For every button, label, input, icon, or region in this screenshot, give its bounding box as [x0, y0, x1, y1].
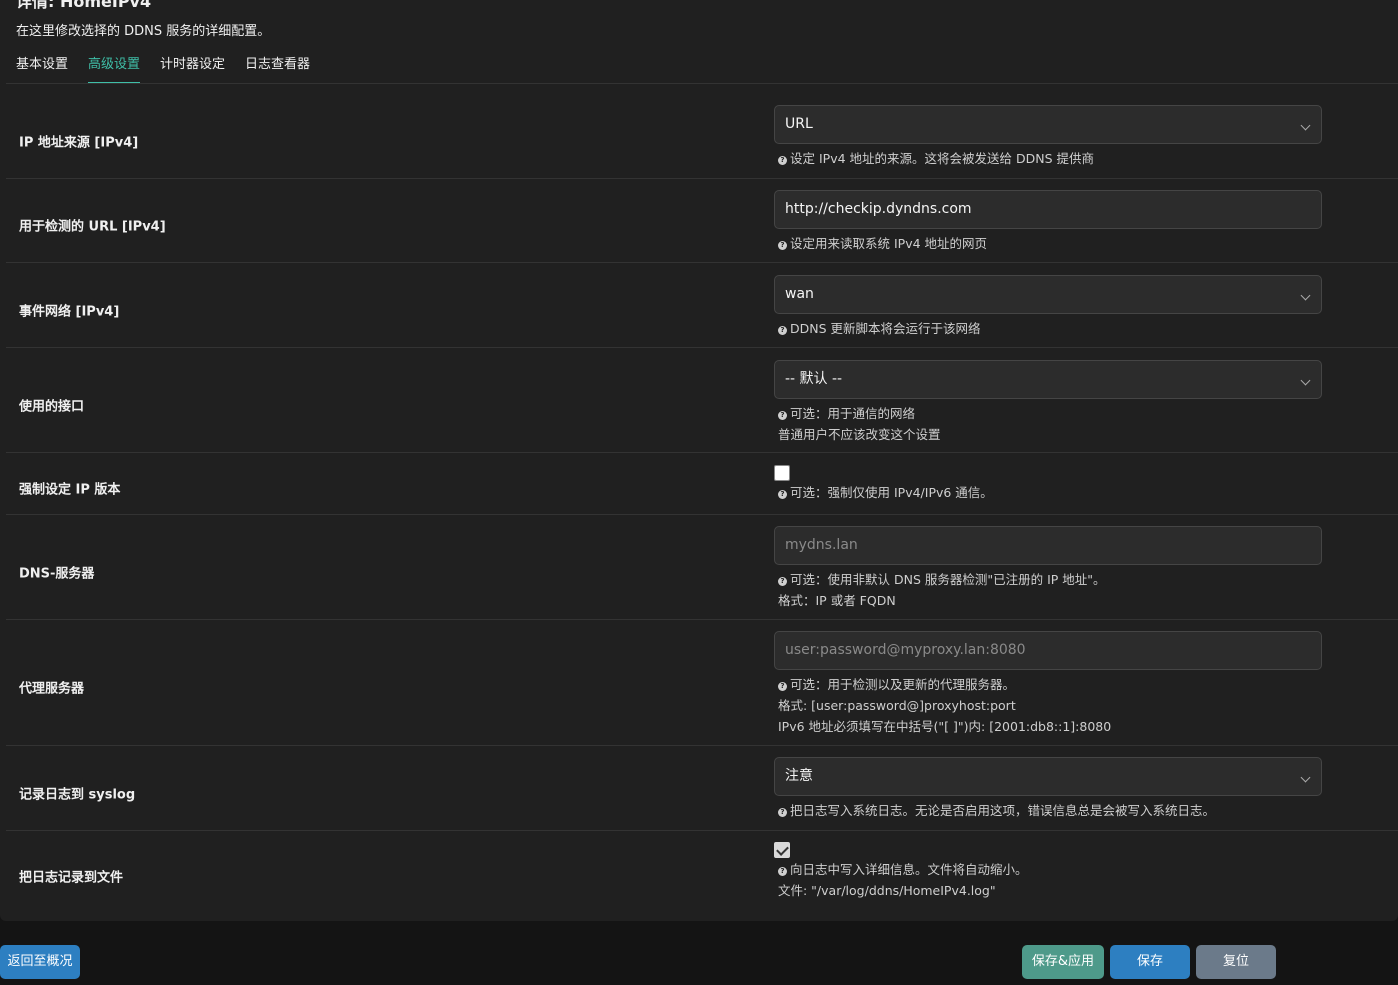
help-icon: ? [778, 682, 787, 691]
interface-help-text-2: 普通用户不应该改变这个设置 [778, 427, 941, 442]
event-network-help: ? DDNS 更新脚本将会运行于该网络 [774, 318, 1324, 339]
chevron-down-icon [1300, 375, 1311, 386]
tab-log-viewer[interactable]: 日志查看器 [245, 56, 310, 82]
check-url-value: http://checkip.dyndns.com [785, 201, 972, 217]
event-network-label: 事件网络 [IPv4] [19, 304, 120, 320]
proxy-help-text-1: 可选：用于检测以及更新的代理服务器。 [790, 677, 1016, 692]
dns-server-help: ? 可选：使用非默认 DNS 服务器检测"已注册的 IP 地址"。 格式：IP 或… [774, 569, 1324, 611]
force-ip-help-text: 可选：强制仅使用 IPv4/IPv6 通信。 [790, 485, 993, 500]
syslog-help-text: 把日志写入系统日志。无论是否启用这项，错误信息总是会被写入系统日志。 [790, 803, 1216, 818]
force-ip-field: ? 可选：强制仅使用 IPv4/IPv6 通信。 [774, 465, 1324, 503]
help-icon: ? [778, 326, 787, 335]
check-url-field: http://checkip.dyndns.com ? 设定用来读取系统 IPv4… [774, 190, 1324, 254]
help-icon: ? [778, 808, 787, 817]
proxy-help-text-3: IPv6 地址必须填写在中括号("[ ]")内: [2001:db8::1]:8… [778, 719, 1112, 734]
proxy-field: user:password@myproxy.lan:8080 ? 可选：用于检测以… [774, 631, 1324, 737]
dns-server-help-text-2: 格式：IP 或者 FQDN [778, 593, 896, 608]
check-url-help-text: 设定用来读取系统 IPv4 地址的网页 [790, 236, 988, 251]
ip-source-help-text: 设定 IPv4 地址的来源。这将会被发送给 DDNS 提供商 [790, 151, 1095, 166]
check-url-label: 用于检测的 URL [IPv4] [19, 219, 166, 235]
dns-server-label: DNS-服务器 [19, 566, 95, 582]
interface-label: 使用的接口 [19, 399, 85, 415]
ip-source-value: URL [785, 116, 813, 132]
dns-server-input[interactable]: mydns.lan [774, 526, 1322, 565]
proxy-help-text-2: 格式: [user:password@]proxyhost:port [778, 698, 1016, 713]
syslog-value: 注意 [785, 768, 813, 784]
log-file-help-text-2: 文件: "/var/log/ddns/HomeIPv4.log" [778, 883, 996, 898]
log-file-help-text-1: 向日志中写入详细信息。文件将自动缩小。 [790, 862, 1028, 877]
ip-source-help: ? 设定 IPv4 地址的来源。这将会被发送给 DDNS 提供商 [774, 148, 1324, 169]
syslog-label: 记录日志到 syslog [19, 787, 136, 803]
log-file-help: ? 向日志中写入详细信息。文件将自动缩小。 文件: "/var/log/ddns/… [774, 859, 1324, 901]
help-icon: ? [778, 156, 787, 165]
force-ip-checkbox[interactable] [774, 465, 790, 481]
syslog-field: 注意 ? 把日志写入系统日志。无论是否启用这项，错误信息总是会被写入系统日志。 [774, 757, 1324, 821]
settings-panel: 详情: HomeIPv4 在这里修改选择的 DDNS 服务的详细配置。 基本设置… [0, 0, 1398, 921]
event-network-field: wan ? DDNS 更新脚本将会运行于该网络 [774, 275, 1324, 339]
event-network-value: wan [785, 286, 814, 302]
ip-source-label: IP 地址来源 [IPv4] [19, 135, 139, 151]
dns-server-field: mydns.lan ? 可选：使用非默认 DNS 服务器检测"已注册的 IP 地址… [774, 526, 1324, 611]
check-url-help: ? 设定用来读取系统 IPv4 地址的网页 [774, 233, 1324, 254]
chevron-down-icon [1300, 120, 1311, 131]
save-apply-button[interactable]: 保存&应用 [1022, 945, 1104, 979]
tab-advanced-settings[interactable]: 高级设置 [88, 56, 141, 84]
back-to-overview-button[interactable]: 返回至概况 [0, 945, 80, 979]
interface-help: ? 可选：用于通信的网络 普通用户不应该改变这个设置 [774, 403, 1324, 445]
log-file-checkbox[interactable] [774, 842, 790, 858]
event-network-help-text: DDNS 更新脚本将会运行于该网络 [790, 321, 981, 336]
dns-server-help-text-1: 可选：使用非默认 DNS 服务器检测"已注册的 IP 地址"。 [790, 572, 1106, 587]
dns-server-placeholder: mydns.lan [785, 537, 858, 553]
interface-field: -- 默认 -- ? 可选：用于通信的网络 普通用户不应该改变这个设置 [774, 360, 1324, 445]
syslog-select[interactable]: 注意 [774, 757, 1322, 796]
ip-source-select[interactable]: URL [774, 105, 1322, 144]
tab-basic-settings[interactable]: 基本设置 [16, 56, 68, 82]
log-file-field: ? 向日志中写入详细信息。文件将自动缩小。 文件: "/var/log/ddns/… [774, 842, 1324, 901]
page-title: 详情: HomeIPv4 [16, 0, 152, 11]
force-ip-label: 强制设定 IP 版本 [19, 482, 121, 498]
help-icon: ? [778, 241, 787, 250]
tab-timer-settings[interactable]: 计时器设定 [160, 56, 225, 82]
tab-bar: 基本设置 高级设置 计时器设定 日志查看器 [16, 56, 310, 84]
interface-select[interactable]: -- 默认 -- [774, 360, 1322, 399]
log-file-label: 把日志记录到文件 [19, 870, 124, 886]
interface-help-text-1: 可选：用于通信的网络 [790, 406, 916, 421]
reset-button[interactable]: 复位 [1196, 945, 1276, 979]
interface-value: -- 默认 -- [785, 371, 843, 387]
check-url-input[interactable]: http://checkip.dyndns.com [774, 190, 1322, 229]
help-icon: ? [778, 577, 787, 586]
page-description: 在这里修改选择的 DDNS 服务的详细配置。 [16, 24, 271, 39]
save-button[interactable]: 保存 [1110, 945, 1190, 979]
chevron-down-icon [1300, 772, 1311, 783]
help-icon: ? [778, 411, 787, 420]
ip-source-field: URL ? 设定 IPv4 地址的来源。这将会被发送给 DDNS 提供商 [774, 105, 1324, 169]
proxy-label: 代理服务器 [19, 681, 85, 697]
proxy-input[interactable]: user:password@myproxy.lan:8080 [774, 631, 1322, 670]
proxy-help: ? 可选：用于检测以及更新的代理服务器。 格式: [user:password@]… [774, 674, 1324, 737]
help-icon: ? [778, 490, 787, 499]
proxy-placeholder: user:password@myproxy.lan:8080 [785, 642, 1026, 658]
help-icon: ? [778, 867, 787, 876]
force-ip-help: ? 可选：强制仅使用 IPv4/IPv6 通信。 [774, 482, 1324, 503]
syslog-help: ? 把日志写入系统日志。无论是否启用这项，错误信息总是会被写入系统日志。 [774, 800, 1324, 821]
chevron-down-icon [1300, 290, 1311, 301]
event-network-select[interactable]: wan [774, 275, 1322, 314]
